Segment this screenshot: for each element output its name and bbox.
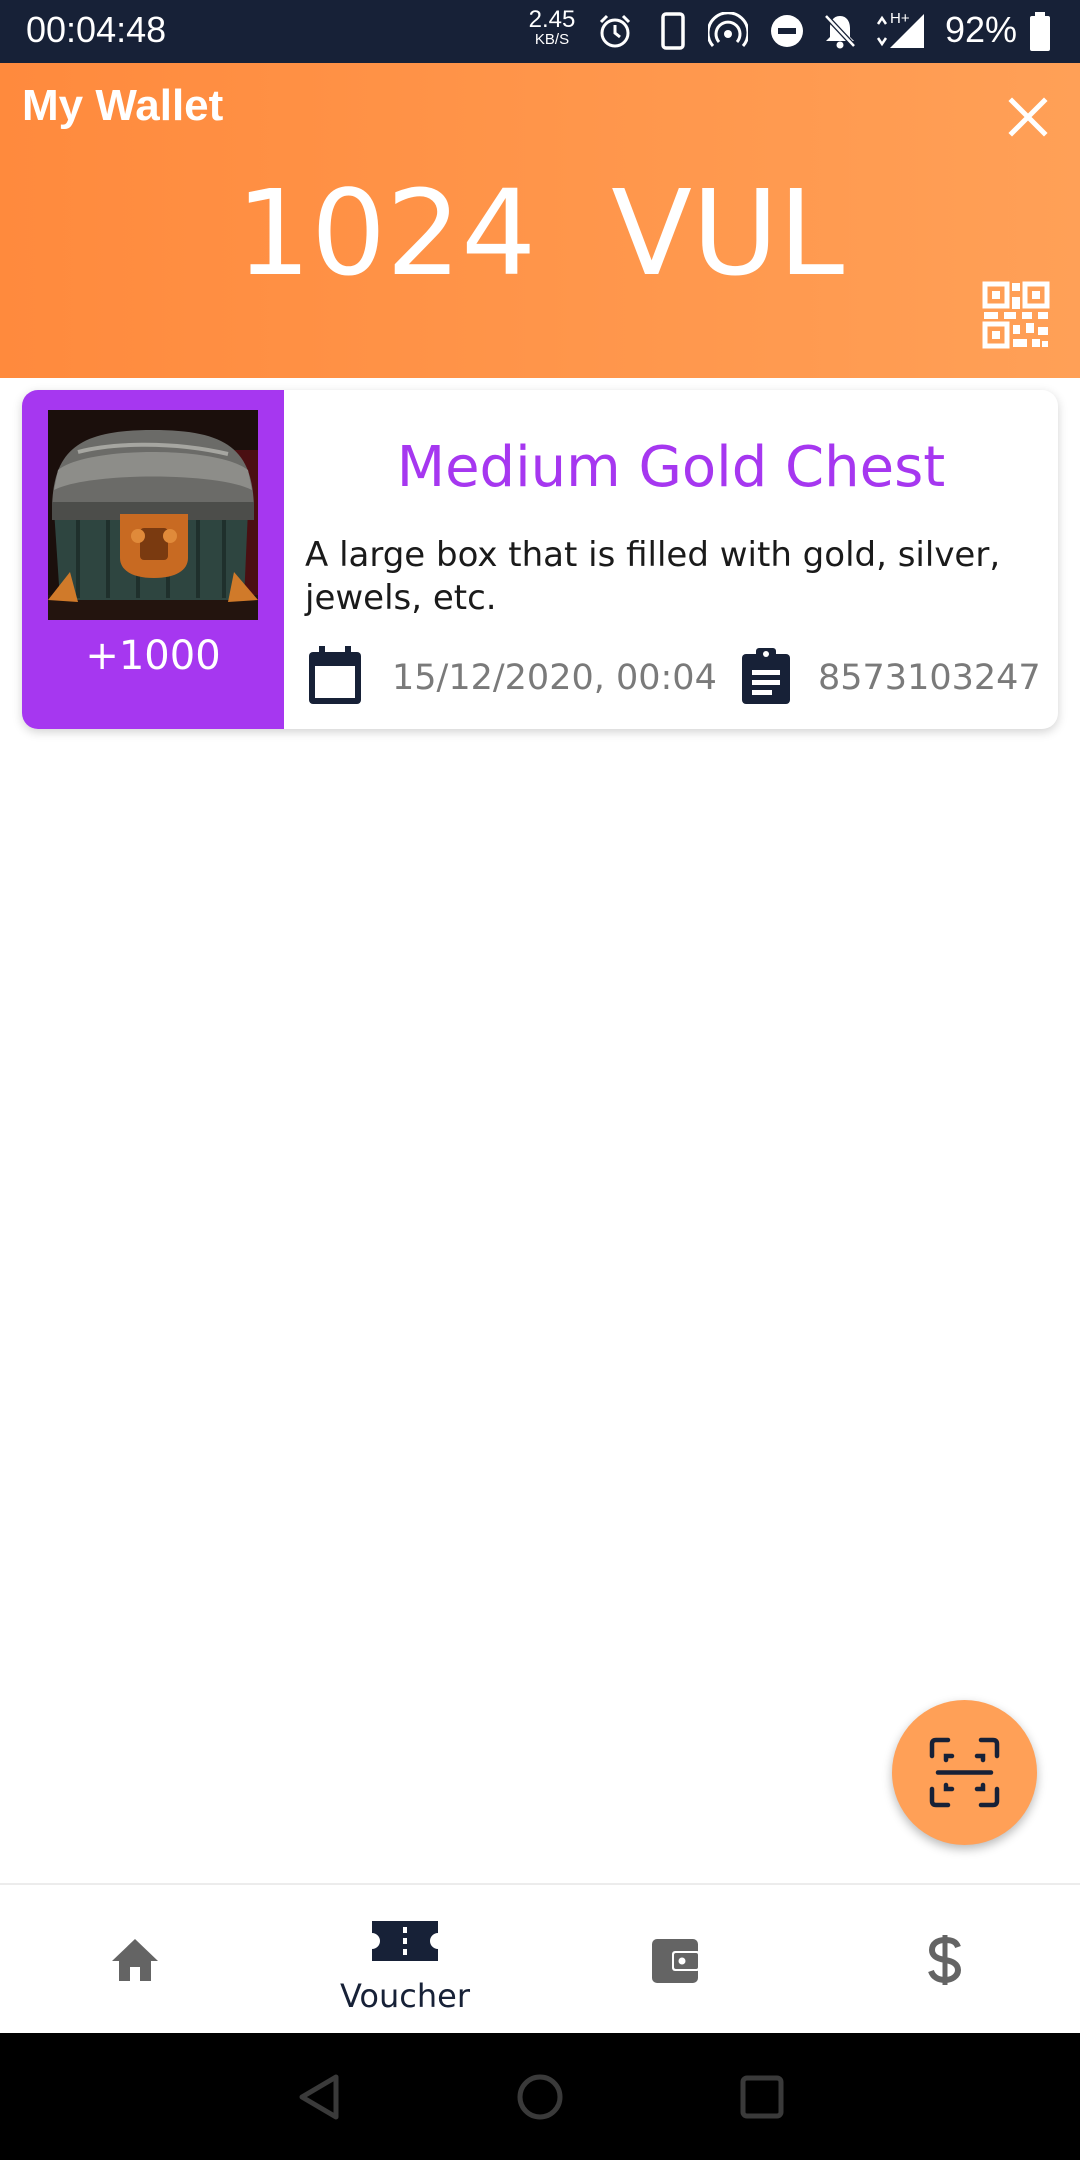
qr-code-button[interactable]: [982, 281, 1050, 349]
nav-voucher-label: Voucher: [340, 1977, 470, 2015]
network-speed: 2.45 KB/S: [524, 8, 580, 48]
back-icon[interactable]: [296, 2073, 342, 2121]
wallet-balance: 1024 VUL: [235, 164, 845, 302]
nav-home[interactable]: [0, 1885, 270, 2035]
voucher-card-badge: +1000: [22, 390, 284, 729]
calendar-icon: [309, 646, 361, 704]
hotspot-icon: [708, 12, 748, 47]
voucher-title: Medium Gold Chest: [396, 435, 946, 500]
voucher-code: 8573103247: [818, 658, 1041, 698]
phone-icon: [661, 12, 685, 50]
do-not-disturb-icon: [771, 15, 803, 47]
battery-icon: [1030, 12, 1050, 51]
wallet-header: My Wallet 1024 VUL: [0, 63, 1080, 378]
nav-voucher[interactable]: Voucher: [270, 1885, 540, 2035]
clipboard-icon: [742, 648, 790, 704]
page-title: My Wallet: [22, 81, 224, 130]
bottom-navigation: Voucher: [0, 1883, 1080, 2033]
scan-button[interactable]: [892, 1700, 1037, 1845]
network-speed-unit: KB/S: [534, 31, 570, 48]
scan-icon: [929, 1737, 1000, 1808]
bell-off-icon: [824, 14, 856, 49]
voucher-card[interactable]: +1000 Medium Gold Chest A large box that…: [22, 390, 1058, 729]
status-time: 00:04:48: [26, 9, 167, 50]
home-icon: [112, 1939, 158, 1981]
recents-icon[interactable]: [740, 2075, 784, 2119]
voucher-description: A large box that is filled with gold, si…: [305, 535, 1001, 618]
qr-code-icon: [982, 281, 1050, 349]
voucher-icon: [372, 1921, 438, 1961]
alarm-icon: [599, 14, 631, 48]
wallet-icon: [652, 1939, 700, 1983]
treasure-chest-image: [48, 410, 258, 620]
nav-dollar[interactable]: [810, 1885, 1080, 2035]
close-icon: [1008, 97, 1048, 137]
dollar-icon: [928, 1935, 962, 1985]
voucher-points: +1000: [85, 633, 221, 679]
network-speed-value: 2.45: [528, 6, 576, 33]
voucher-date: 15/12/2020, 00:04: [392, 658, 717, 698]
system-navigation-bar: [0, 2033, 1080, 2160]
signal-icon: [876, 14, 924, 48]
battery-percent: 92%: [945, 9, 1018, 50]
home-circle-icon[interactable]: [516, 2073, 564, 2121]
nav-wallet[interactable]: [540, 1885, 810, 2035]
close-button[interactable]: [1004, 93, 1052, 141]
status-bar: 00:04:48 2.45 KB/S H+ 92%: [0, 0, 1080, 63]
